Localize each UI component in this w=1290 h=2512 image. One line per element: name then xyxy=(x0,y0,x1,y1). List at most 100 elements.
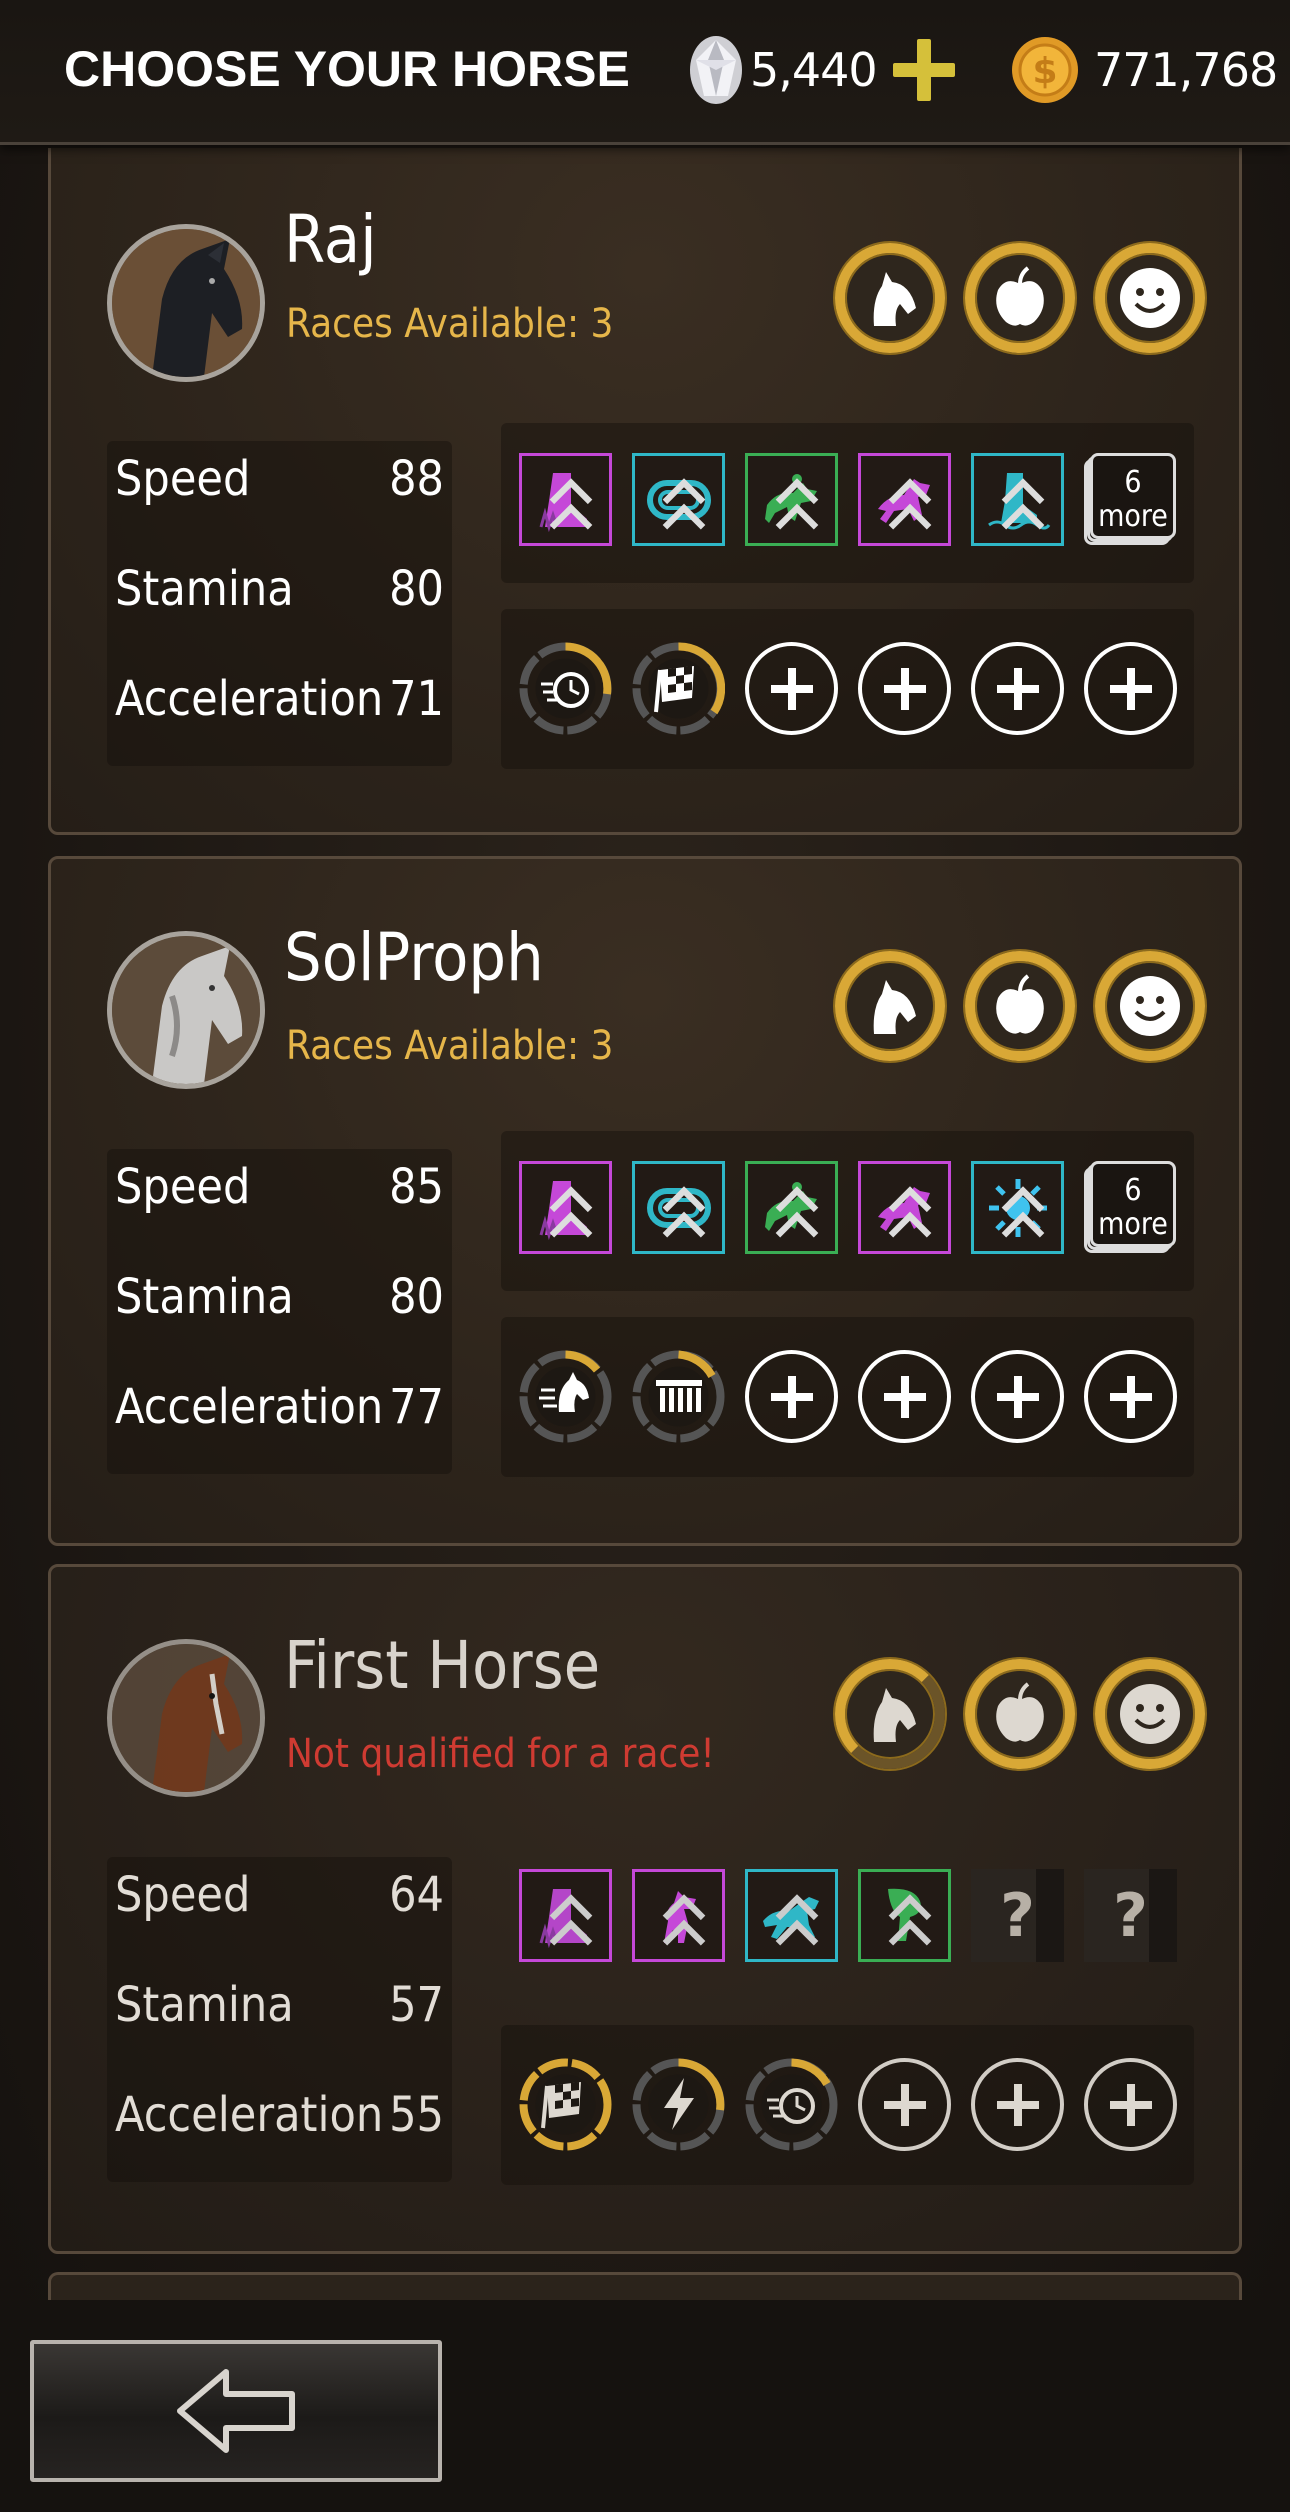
add-gear-slot[interactable] xyxy=(745,1350,838,1443)
smiley-icon xyxy=(1120,976,1180,1036)
plus-icon xyxy=(996,2083,1039,2126)
horse-avatar xyxy=(107,224,265,382)
horses-racing-icon[interactable] xyxy=(745,1161,838,1254)
stat-acceleration: Acceleration 77 xyxy=(115,1379,444,1449)
horse-name: SolProph xyxy=(284,919,544,996)
stat-value: 80 xyxy=(389,561,444,617)
horse-portrait-icon xyxy=(112,229,260,377)
checkered-flag-gear-icon[interactable] xyxy=(519,2058,612,2151)
add-gear-slot[interactable] xyxy=(971,1350,1064,1443)
stat-label: Speed xyxy=(115,451,251,507)
apple-icon xyxy=(996,1682,1044,1742)
hoof-grass-icon[interactable] xyxy=(519,1161,612,1254)
groom-button[interactable] xyxy=(835,951,945,1061)
stat-label: Stamina xyxy=(115,1977,294,2033)
unknown-mark: ? xyxy=(1000,1880,1035,1951)
horse-status: Races Available: 3 xyxy=(286,301,614,347)
add-gear-slot[interactable] xyxy=(971,642,1064,735)
horse-name: Raj xyxy=(284,201,377,278)
bottom-bar xyxy=(0,2300,1290,2512)
add-gear-slot[interactable] xyxy=(1084,2058,1177,2151)
add-gear-slot[interactable] xyxy=(1084,1350,1177,1443)
feed-button[interactable] xyxy=(965,243,1075,353)
horse-list[interactable]: Raj Races Available: 3 Speed 88 Stamina 80… xyxy=(0,148,1290,2298)
galloping-horse-icon[interactable] xyxy=(858,1161,951,1254)
stat-acceleration: Acceleration 71 xyxy=(115,671,444,741)
stat-value: 57 xyxy=(389,1977,444,2033)
horse-portrait-icon xyxy=(112,1644,260,1792)
running-horse-icon[interactable] xyxy=(745,1869,838,1962)
plus-icon xyxy=(883,667,926,710)
horse-leg-icon[interactable] xyxy=(858,1869,951,1962)
feed-button[interactable] xyxy=(965,951,1075,1061)
coin-icon: $ xyxy=(1012,37,1078,103)
mood-button[interactable] xyxy=(1095,951,1205,1061)
more-skills-button[interactable]: 6 more xyxy=(1084,1161,1177,1254)
galloping-horse-icon[interactable] xyxy=(858,453,951,546)
smiley-icon xyxy=(1120,1684,1180,1744)
mood-button[interactable] xyxy=(1095,243,1205,353)
starting-gate-gear-icon[interactable] xyxy=(632,1350,725,1443)
speed-clock-gear-icon[interactable] xyxy=(745,2058,838,2151)
stats-panel: Speed 85 Stamina 80 Acceleration 77 xyxy=(107,1149,452,1474)
horse-card[interactable]: Raj Races Available: 3 Speed 88 Stamina 80… xyxy=(48,148,1242,835)
skills-panel: 6 more xyxy=(501,1131,1194,1291)
apple-icon xyxy=(996,266,1044,326)
track-icon[interactable] xyxy=(632,1161,725,1254)
horse-card[interactable]: First Horse Not qualified for a race! Sp… xyxy=(48,1564,1242,2254)
add-gear-slot[interactable] xyxy=(1084,642,1177,735)
lightning-gear-icon[interactable] xyxy=(632,2058,725,2151)
mood-button[interactable] xyxy=(1095,1659,1205,1769)
horse-status: Races Available: 3 xyxy=(286,1023,614,1069)
add-gear-slot[interactable] xyxy=(858,1350,951,1443)
coins-counter: $ 771,768 xyxy=(1010,30,1278,110)
checkered-flag-gear-icon[interactable] xyxy=(632,642,726,735)
stat-acceleration: Acceleration 55 xyxy=(115,2087,444,2157)
plus-icon xyxy=(1109,667,1152,710)
stat-label: Speed xyxy=(115,1867,251,1923)
hoof-grass-icon[interactable] xyxy=(519,1869,612,1962)
groom-button[interactable] xyxy=(835,1659,945,1769)
horse-avatar xyxy=(107,1639,265,1797)
stat-value: 64 xyxy=(389,1867,444,1923)
plus-icon xyxy=(1109,1375,1152,1418)
plus-icon xyxy=(770,667,813,710)
care-buttons xyxy=(835,951,1205,1061)
rearing-horse-icon[interactable] xyxy=(632,1869,725,1962)
plus-icon xyxy=(996,1375,1039,1418)
add-gear-slot[interactable] xyxy=(858,2058,951,2151)
gems-value: 5,440 xyxy=(750,43,878,97)
hoof-grass-icon[interactable] xyxy=(519,453,612,546)
locked-skill-slot: ? xyxy=(971,1869,1064,1962)
more-skills-button[interactable]: 6 more xyxy=(1084,453,1177,546)
plus-icon xyxy=(770,1375,813,1418)
horse-head-icon xyxy=(873,1688,916,1742)
horse-avatar xyxy=(107,931,265,1089)
coins-value: 771,768 xyxy=(1094,43,1278,97)
horse-card[interactable]: SolProph Races Available: 3 Speed 85 Stam… xyxy=(48,856,1242,1546)
stat-label: Acceleration xyxy=(115,2087,384,2143)
stat-speed: Speed 64 xyxy=(115,1867,444,1937)
add-gear-slot[interactable] xyxy=(971,2058,1064,2151)
locked-skill-slot: ? xyxy=(1084,1869,1177,1962)
speed-clock-gear-icon[interactable] xyxy=(519,642,612,735)
page-title: CHOOSE YOUR HORSE xyxy=(64,41,630,97)
feed-button[interactable] xyxy=(965,1659,1075,1769)
groom-button[interactable] xyxy=(835,243,945,353)
add-gear-slot[interactable] xyxy=(858,642,951,735)
more-label: more xyxy=(1098,1207,1168,1242)
add-gems-plus-icon[interactable] xyxy=(891,37,957,103)
plus-icon xyxy=(996,667,1039,710)
horses-racing-icon[interactable] xyxy=(745,453,838,546)
add-gear-slot[interactable] xyxy=(745,642,838,735)
plus-icon xyxy=(883,1375,926,1418)
hoof-water-icon[interactable] xyxy=(971,453,1064,546)
stat-value: 77 xyxy=(389,1379,444,1435)
track-icon[interactable] xyxy=(632,453,725,546)
stat-label: Speed xyxy=(115,1159,251,1215)
skills-panel: 6 more xyxy=(501,423,1194,583)
sun-icon[interactable] xyxy=(971,1161,1064,1254)
gems-counter: 5,440 xyxy=(688,30,957,110)
back-button[interactable] xyxy=(30,2340,442,2482)
horse-head-speed-gear-icon[interactable] xyxy=(519,1350,612,1443)
